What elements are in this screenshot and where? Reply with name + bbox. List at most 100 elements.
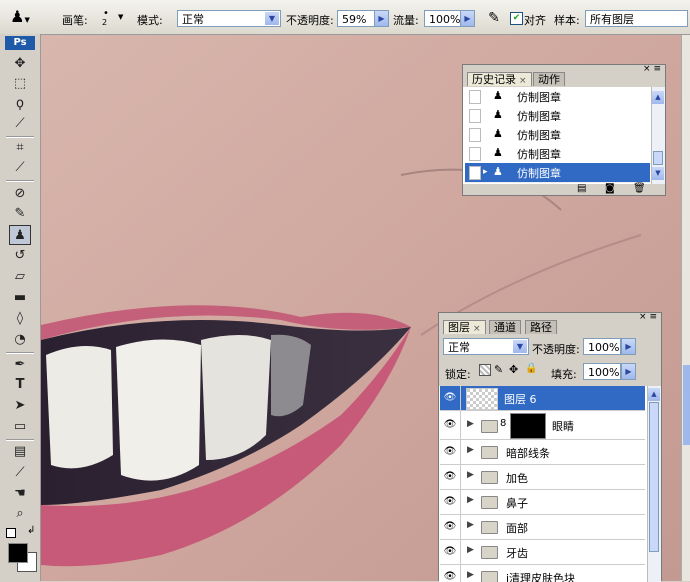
layer-row[interactable]: 👁 ▶ 8 眼睛 [440,411,645,440]
history-row[interactable]: ▸ ♟ 仿制图章 [465,163,650,183]
eye-icon[interactable]: 👁 [440,386,461,410]
opacity-slider-button[interactable]: ▶ [374,10,389,27]
canvas-scrollbar[interactable] [681,35,690,581]
brush-picker[interactable]: • 2 ▼ [96,7,126,29]
history-scrollbar-thumb[interactable] [653,151,663,165]
layers-scrollbar-thumb[interactable] [649,402,659,552]
tab-actions[interactable]: 动作 [533,72,565,86]
eye-icon[interactable]: 👁 [440,490,461,514]
flow-slider-button[interactable]: ▶ [460,10,475,27]
eye-icon[interactable]: 👁 [440,411,461,439]
eraser-icon[interactable]: ▱ [9,267,31,287]
default-colors-icon[interactable] [6,528,16,538]
ps-logo[interactable]: Ps [5,36,35,50]
history-row[interactable]: ♟ 仿制图章 [465,144,650,164]
notes-icon[interactable]: ▤ [9,442,31,462]
history-row[interactable]: ♟ 仿制图章 [465,87,650,107]
layer-row[interactable]: 👁 ▶ i清理皮肤色块 [440,565,645,582]
layer-row[interactable]: 👁 ▶ 面部 [440,515,645,540]
eyedropper-icon[interactable]: ⟋ [9,463,31,483]
layer-opacity-value: 100% [588,341,620,354]
move-icon[interactable]: ✥ [9,54,31,74]
clone-stamp-icon[interactable]: ♟ [9,225,31,245]
layer-row[interactable]: 👁 图层 6 [440,386,645,411]
layer-opacity-slider-button[interactable]: ▶ [621,338,636,355]
tab-history[interactable]: 历史记录 × [467,72,532,86]
mode-select[interactable]: 正常 ▼ [177,10,281,27]
link-icon[interactable]: 8 [500,418,506,429]
tab-layers[interactable]: 图层 × [443,320,486,334]
airbrush-icon[interactable]: ✎ [484,9,504,27]
new-document-from-state-icon[interactable]: ▤ [577,183,586,194]
history-row[interactable]: ♟ 仿制图章 [465,106,650,126]
scroll-up-icon[interactable]: ▲ [648,388,660,401]
scroll-down-icon[interactable]: ▼ [652,167,664,180]
close-icon[interactable]: × [473,324,481,334]
path-selection-icon[interactable]: ➤ [9,396,31,416]
swap-colors-icon[interactable]: ↲ [27,525,35,536]
expand-triangle-icon[interactable]: ▶ [467,419,474,429]
zoom-icon[interactable]: ⌕ [9,504,31,524]
history-row[interactable]: ♟ 仿制图章 [465,125,650,145]
eye-icon[interactable]: 👁 [440,565,461,582]
trash-icon[interactable]: 🗑 [633,183,646,194]
lock-all-icon[interactable]: 🔒 [525,363,537,374]
flow-input[interactable]: 100% [424,10,461,27]
layer-row[interactable]: 👁 ▶ 加色 [440,465,645,490]
blend-mode-select[interactable]: 正常 ▼ [443,338,529,355]
eye-icon[interactable]: 👁 [440,465,461,489]
lock-transparent-icon[interactable] [479,364,491,376]
tab-channels[interactable]: 通道 [489,320,521,334]
history-state-slider-icon[interactable]: ▸ [483,167,488,177]
history-snapshot-checkbox[interactable] [469,109,481,123]
layer-row[interactable]: 👁 ▶ 鼻子 [440,490,645,515]
layers-scrollbar[interactable]: ▲ [647,386,661,582]
history-snapshot-checkbox[interactable] [469,128,481,142]
history-scrollbar[interactable]: ▲ ▼ [651,87,665,184]
expand-triangle-icon[interactable]: ▶ [467,470,474,480]
magic-wand-icon[interactable]: ⟋ [9,114,31,134]
clone-stamp-tool-preset-icon[interactable]: ♟▼ [6,6,34,28]
lock-position-icon[interactable]: ✥ [509,363,518,376]
new-snapshot-icon[interactable]: ◙ [605,183,615,194]
eye-icon[interactable]: 👁 [440,515,461,539]
fill-slider-button[interactable]: ▶ [621,363,636,380]
slice-icon[interactable]: ⟋ [9,158,31,178]
expand-triangle-icon[interactable]: ▶ [467,545,474,555]
crop-icon[interactable]: ⌗ [9,138,31,158]
foreground-color-swatch[interactable] [8,543,28,563]
dodge-icon[interactable]: ◔ [9,330,31,350]
history-snapshot-checkbox[interactable] [469,166,481,180]
type-icon[interactable]: T [9,375,31,395]
history-brush-icon[interactable]: ↺ [9,246,31,266]
canvas-scrollbar-thumb[interactable] [683,365,690,445]
marquee-icon[interactable]: ⬚ [9,74,31,94]
history-snapshot-checkbox[interactable] [469,90,481,104]
lock-image-icon[interactable]: ✎ [494,363,503,376]
lasso-icon[interactable]: ϙ [9,94,31,114]
eye-icon[interactable]: 👁 [440,440,461,464]
brush-icon[interactable]: ✎ [9,204,31,224]
layer-row[interactable]: 👁 ▶ 暗部线条 [440,440,645,465]
blur-icon[interactable]: ◊ [9,309,31,329]
fill-input[interactable]: 100% [583,363,621,380]
expand-triangle-icon[interactable]: ▶ [467,520,474,530]
expand-triangle-icon[interactable]: ▶ [467,445,474,455]
layer-opacity-input[interactable]: 100% [583,338,621,355]
gradient-icon[interactable]: ▬ [9,288,31,308]
eye-icon[interactable]: 👁 [440,540,461,564]
scroll-up-icon[interactable]: ▲ [652,91,664,104]
shape-icon[interactable]: ▭ [9,417,31,437]
expand-triangle-icon[interactable]: ▶ [467,570,474,580]
layer-row[interactable]: 👁 ▶ 牙齿 [440,540,645,565]
healing-brush-icon[interactable]: ⊘ [9,184,31,204]
expand-triangle-icon[interactable]: ▶ [467,495,474,505]
pen-icon[interactable]: ✒ [9,355,31,375]
hand-icon[interactable]: ☚ [9,484,31,504]
align-checkbox[interactable]: ✔ [510,12,523,25]
close-icon[interactable]: × [519,76,527,86]
sample-select[interactable]: 所有图层 [585,10,688,27]
tab-paths[interactable]: 路径 [525,320,557,334]
history-snapshot-checkbox[interactable] [469,147,481,161]
opacity-input[interactable]: 59% [337,10,375,27]
